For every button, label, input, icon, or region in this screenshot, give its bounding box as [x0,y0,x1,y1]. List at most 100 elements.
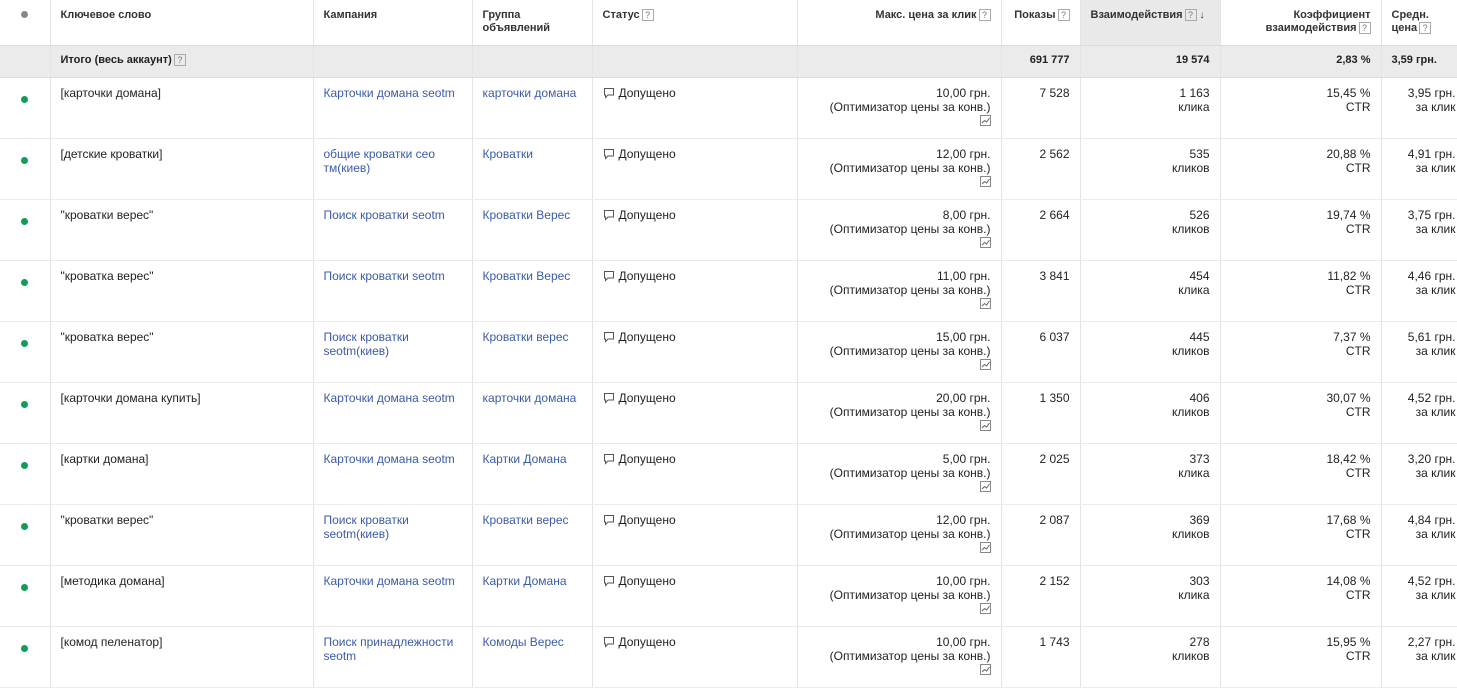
help-icon[interactable]: ? [1358,22,1371,35]
campaign-cell[interactable]: общие кроватки сео тм(киев) [313,138,473,200]
chart-icon[interactable] [979,663,991,675]
max-cpc-cell[interactable]: 8,00 грн. (Оптимизатор цены за конв.) [797,199,1002,261]
campaign-cell[interactable]: Поиск принадлежности seotm [313,626,473,688]
speech-bubble-icon[interactable] [603,209,615,221]
chart-icon[interactable] [979,236,991,248]
col-interactions[interactable]: Взаимодействия? ↓ [1080,0,1221,46]
campaign-cell[interactable]: Поиск кроватки seotm [313,199,473,261]
speech-bubble-icon[interactable] [603,453,615,465]
status-dot-cell[interactable] [0,260,51,322]
max-cpc-cell[interactable]: 12,00 грн. (Оптимизатор цены за конв.) [797,504,1002,566]
adgroup-cell[interactable]: Кроватки [472,138,593,200]
keyword-cell[interactable]: [детские кроватки] [50,138,314,200]
help-icon[interactable]: ? [641,9,654,22]
campaign-link[interactable]: Карточки домана seotm [324,452,455,466]
adgroup-link[interactable]: Кроватки Верес [483,208,571,222]
speech-bubble-icon[interactable] [603,148,615,160]
campaign-link[interactable]: общие кроватки сео тм(киев) [324,147,436,175]
campaign-link[interactable]: Поиск кроватки seotm(киев) [324,513,409,541]
speech-bubble-icon[interactable] [603,331,615,343]
campaign-cell[interactable]: Карточки домана seotm [313,382,473,444]
adgroup-cell[interactable]: Кроватки Верес [472,260,593,322]
keyword-cell[interactable]: "кроватки верес" [50,504,314,566]
chart-icon[interactable] [979,358,991,370]
status-dot-cell[interactable] [0,626,51,688]
max-cpc-cell[interactable]: 20,00 грн. (Оптимизатор цены за конв.) [797,382,1002,444]
help-icon[interactable]: ? [1184,9,1197,22]
speech-bubble-icon[interactable] [603,575,615,587]
keyword-cell[interactable]: "кроватки верес" [50,199,314,261]
speech-bubble-icon[interactable] [603,87,615,99]
max-cpc-cell[interactable]: 15,00 грн. (Оптимизатор цены за конв.) [797,321,1002,383]
speech-bubble-icon[interactable] [603,514,615,526]
adgroup-cell[interactable]: Кроватки верес [472,321,593,383]
campaign-link[interactable]: Поиск принадлежности seotm [324,635,454,663]
status-dot-cell[interactable] [0,321,51,383]
adgroup-cell[interactable]: Кроватки верес [472,504,593,566]
speech-bubble-icon[interactable] [603,270,615,282]
adgroup-link[interactable]: Картки Домана [483,574,567,588]
max-cpc-cell[interactable]: 5,00 грн. (Оптимизатор цены за конв.) [797,443,1002,505]
keyword-cell[interactable]: "кроватка верес" [50,260,314,322]
adgroup-cell[interactable]: карточки домана [472,77,593,139]
adgroup-link[interactable]: Кроватки Верес [483,269,571,283]
campaign-cell[interactable]: Карточки домана seotm [313,77,473,139]
status-dot-cell[interactable] [0,199,51,261]
col-impressions[interactable]: Показы? [1001,0,1081,46]
chart-icon[interactable] [979,419,991,431]
keyword-cell[interactable]: [комод пеленатор] [50,626,314,688]
col-campaign[interactable]: Кампания [313,0,473,46]
col-avg-cost[interactable]: Средн. цена? [1381,0,1457,46]
adgroup-link[interactable]: Кроватки верес [483,513,569,527]
max-cpc-cell[interactable]: 10,00 грн. (Оптимизатор цены за конв.) [797,565,1002,627]
campaign-cell[interactable]: Поиск кроватки seotm [313,260,473,322]
chart-icon[interactable] [979,175,991,187]
campaign-cell[interactable]: Карточки домана seotm [313,565,473,627]
col-keyword[interactable]: Ключевое слово [50,0,314,46]
campaign-link[interactable]: Карточки домана seotm [324,86,455,100]
status-dot-cell[interactable] [0,382,51,444]
campaign-cell[interactable]: Карточки домана seotm [313,443,473,505]
chart-icon[interactable] [979,541,991,553]
keyword-cell[interactable]: [методика домана] [50,565,314,627]
status-dot-cell[interactable] [0,77,51,139]
max-cpc-cell[interactable]: 12,00 грн. (Оптимизатор цены за конв.) [797,138,1002,200]
campaign-link[interactable]: Поиск кроватки seotm [324,208,445,222]
status-dot-cell[interactable] [0,504,51,566]
max-cpc-cell[interactable]: 10,00 грн. (Оптимизатор цены за конв.) [797,77,1002,139]
help-icon[interactable]: ? [1057,9,1070,22]
adgroup-cell[interactable]: Картки Домана [472,565,593,627]
campaign-link[interactable]: Карточки домана seotm [324,391,455,405]
col-adgroup[interactable]: Группа объявлений [472,0,593,46]
adgroup-link[interactable]: карточки домана [483,86,577,100]
speech-bubble-icon[interactable] [603,636,615,648]
chart-icon[interactable] [979,297,991,309]
adgroup-cell[interactable]: Картки Домана [472,443,593,505]
chart-icon[interactable] [979,114,991,126]
adgroup-cell[interactable]: Кроватки Верес [472,199,593,261]
adgroup-link[interactable]: Кроватки [483,147,533,161]
campaign-link[interactable]: Поиск кроватки seotm(киев) [324,330,409,358]
campaign-cell[interactable]: Поиск кроватки seotm(киев) [313,504,473,566]
chart-icon[interactable] [979,602,991,614]
keyword-cell[interactable]: [карточки домана] [50,77,314,139]
campaign-cell[interactable]: Поиск кроватки seotm(киев) [313,321,473,383]
col-interaction-rate[interactable]: Коэффициент взаимодействия? [1220,0,1382,46]
col-status[interactable]: Статус? [592,0,798,46]
status-dot-cell[interactable] [0,565,51,627]
campaign-link[interactable]: Карточки домана seotm [324,574,455,588]
adgroup-cell[interactable]: Комоды Верес [472,626,593,688]
col-max-cpc[interactable]: Макс. цена за клик? [797,0,1002,46]
max-cpc-cell[interactable]: 11,00 грн. (Оптимизатор цены за конв.) [797,260,1002,322]
status-filter-header[interactable] [0,0,51,46]
max-cpc-cell[interactable]: 10,00 грн. (Оптимизатор цены за конв.) [797,626,1002,688]
keyword-cell[interactable]: [карточки домана купить] [50,382,314,444]
help-icon[interactable]: ? [173,53,186,66]
adgroup-link[interactable]: Комоды Верес [483,635,564,649]
campaign-link[interactable]: Поиск кроватки seotm [324,269,445,283]
adgroup-cell[interactable]: карточки домана [472,382,593,444]
adgroup-link[interactable]: Картки Домана [483,452,567,466]
speech-bubble-icon[interactable] [603,392,615,404]
status-dot-cell[interactable] [0,138,51,200]
status-dot-cell[interactable] [0,443,51,505]
